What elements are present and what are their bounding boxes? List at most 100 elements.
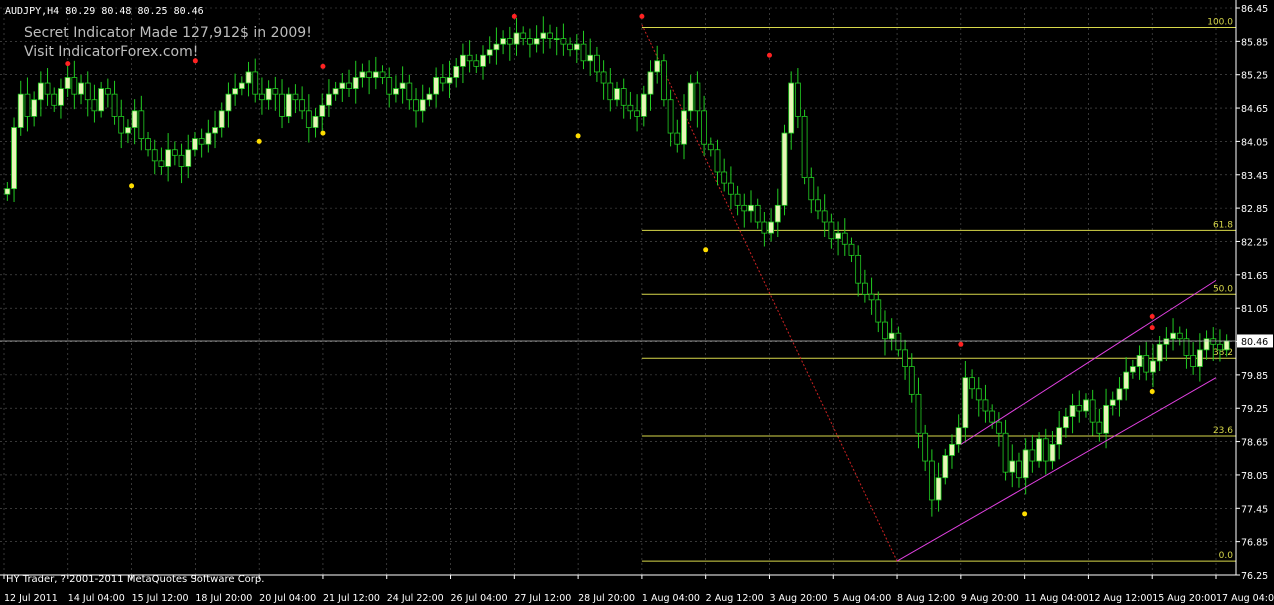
candle-body <box>37 82 44 101</box>
candle-body <box>1210 338 1217 345</box>
y-tick-label: 85.25 <box>1241 71 1268 82</box>
candle-body <box>768 221 774 234</box>
fractal-up <box>766 52 772 58</box>
candle-body <box>995 421 1002 434</box>
candle-body <box>640 93 647 117</box>
fib-label: 23.6 <box>1213 426 1233 436</box>
candle-body <box>51 93 58 106</box>
fib-label: 61.8 <box>1213 220 1233 230</box>
candle-body <box>681 110 687 145</box>
candle-body <box>1049 443 1056 462</box>
candle-body <box>928 460 935 501</box>
x-tick-label: 28 Jul 20:00 <box>578 593 635 604</box>
candle-body <box>399 82 406 90</box>
candle-body <box>587 54 594 62</box>
candle-body <box>1056 427 1063 445</box>
candle-body <box>1016 460 1022 479</box>
candle-body <box>426 93 433 101</box>
candle-body <box>527 38 533 45</box>
candle-body <box>1096 421 1103 434</box>
candle-body <box>560 38 567 45</box>
candle-body <box>305 110 312 128</box>
candle-body <box>493 43 500 51</box>
candle-body <box>754 204 761 223</box>
candle-body <box>1022 449 1029 479</box>
candle-body <box>332 88 339 95</box>
candle-body <box>674 132 681 145</box>
x-tick-label: 20 Jul 04:00 <box>259 593 316 604</box>
candle-body <box>721 171 728 184</box>
candle-body <box>359 71 366 78</box>
candle-body <box>1109 399 1116 406</box>
candle-body <box>131 110 138 128</box>
fractal-down <box>575 133 581 139</box>
candle-body <box>1036 438 1042 462</box>
candle-body <box>553 38 560 40</box>
candle-body <box>949 443 955 456</box>
candle-body <box>17 93 24 128</box>
candle-body <box>707 143 714 151</box>
candle-body <box>828 221 835 240</box>
x-tick-label: 1 Aug 04:00 <box>642 593 700 604</box>
candle-body <box>841 232 848 245</box>
candle-body <box>145 138 151 151</box>
candle-body <box>192 138 198 151</box>
candle-body <box>98 88 105 112</box>
candle-body <box>882 321 888 340</box>
candle-body <box>212 127 218 134</box>
candle-body <box>1103 405 1109 434</box>
candle-body <box>205 132 212 145</box>
candle-body <box>406 82 413 101</box>
candle-body <box>366 71 373 78</box>
chart-svg[interactable]: 100.0 61.8 50.0 38.2 23.6 0.0 86.45 85.85 85.25… <box>0 0 1274 605</box>
x-tick-label: 15 Jul 12:00 <box>132 593 189 604</box>
candle-body <box>4 188 11 195</box>
candle-body <box>1069 405 1076 417</box>
candle-body <box>84 82 91 101</box>
candle-body <box>895 332 902 351</box>
candle-body <box>1083 399 1089 412</box>
fib-label: 50.0 <box>1213 284 1233 294</box>
y-tick-label: 84.05 <box>1241 137 1268 148</box>
x-tick-label: 18 Jul 20:00 <box>195 593 252 604</box>
x-tick-label: 12 Aug 12:00 <box>1088 593 1152 604</box>
y-tick-label: 84.65 <box>1241 104 1268 115</box>
candle-body <box>620 88 627 106</box>
candle-body <box>419 99 426 112</box>
candle-body <box>654 60 661 73</box>
candle-body <box>346 82 352 90</box>
candle-body <box>11 127 17 190</box>
chart-background <box>0 0 1274 605</box>
x-tick-label: 9 Aug 20:00 <box>961 593 1019 604</box>
candlestick-chart[interactable]: 100.0 61.8 50.0 38.2 23.6 0.0 86.45 85.85 85.25… <box>0 0 1274 605</box>
candle-body <box>171 149 178 156</box>
candle-body <box>1116 388 1123 401</box>
candle-body <box>520 32 527 39</box>
candle-body <box>969 377 975 390</box>
candle-body <box>942 455 949 479</box>
candle-body <box>801 115 808 178</box>
candle-body <box>460 54 466 67</box>
fractal-up <box>1149 325 1155 331</box>
candle-body <box>594 54 600 73</box>
y-tick-label: 83.45 <box>1241 171 1268 182</box>
candle-body <box>245 71 252 84</box>
candle-body <box>238 82 245 90</box>
y-tick-label: 79.25 <box>1241 404 1268 415</box>
y-tick-label: 78.05 <box>1241 471 1268 482</box>
candle-body <box>64 77 71 90</box>
candle-body <box>1190 355 1197 367</box>
candle-body <box>319 104 326 117</box>
candle-body <box>533 38 540 45</box>
candle-body <box>1042 438 1049 462</box>
candle-body <box>1163 338 1170 345</box>
candle-body <box>111 93 118 117</box>
candle-body <box>989 410 996 423</box>
candle-body <box>647 71 654 95</box>
copyright-text: HY Trader, ? 2001-2011 MetaQuotes Softwa… <box>6 574 264 585</box>
candle-body <box>1129 366 1136 373</box>
candle-body <box>453 65 460 78</box>
x-tick-label: 14 Jul 04:00 <box>68 593 125 604</box>
candle-body <box>694 82 701 112</box>
candle-body <box>1170 332 1176 340</box>
